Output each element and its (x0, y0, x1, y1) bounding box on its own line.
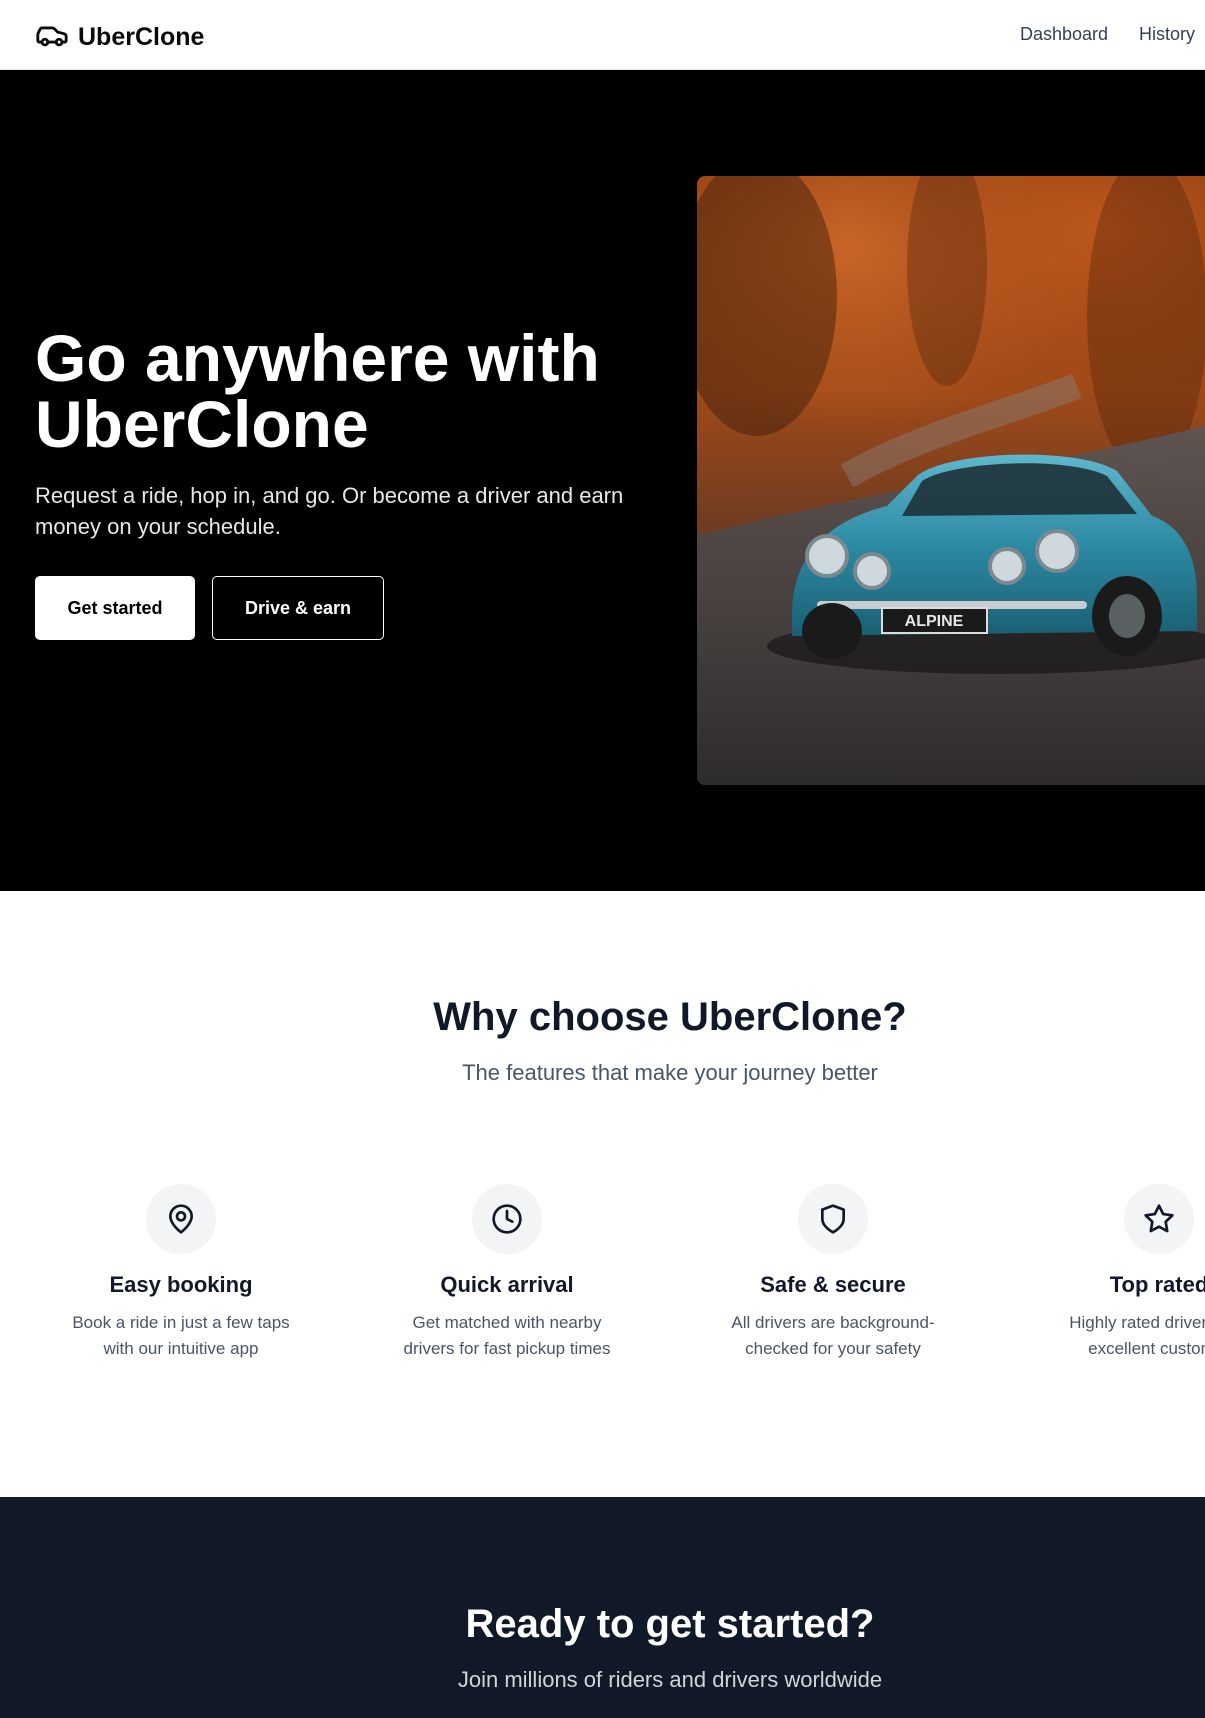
feature-title: Quick arrival (440, 1272, 574, 1297)
nav-link-history[interactable]: History (1139, 24, 1195, 45)
feature-description: Book a ride in just a few taps with our … (72, 1313, 290, 1358)
feature-description: All drivers are background-checked for y… (731, 1313, 935, 1358)
cta-section: Ready to get started? Join millions of r… (0, 1497, 1205, 1718)
navbar: UberClone Dashboard History (0, 0, 1205, 70)
clock-icon (472, 1184, 542, 1254)
feature-quick-arrival: Quick arrival Get matched with nearby dr… (377, 1184, 637, 1362)
feature-description: Get matched with nearby drivers for fast… (403, 1313, 611, 1358)
hero-subtitle: Request a ride, hop in, and go. Or becom… (35, 483, 624, 539)
cta-subtitle: Join millions of riders and drivers worl… (457, 1667, 883, 1692)
feature-title: Safe & secure (760, 1272, 906, 1297)
feature-description: Highly rated drivers and excellent custo… (1069, 1313, 1205, 1358)
map-pin-icon (146, 1184, 216, 1254)
feature-title: Top rated (1109, 1272, 1205, 1297)
drive-earn-button[interactable]: Drive & earn (212, 576, 384, 640)
feature-top-rated: Top rated Highly rated drivers and excel… (1029, 1184, 1205, 1362)
shield-icon (798, 1184, 868, 1254)
car-icon (35, 18, 69, 57)
brand-name: UberClone (78, 23, 205, 51)
feature-title: Easy booking (109, 1272, 253, 1297)
features-subtitle: The features that make your journey bett… (462, 1060, 878, 1085)
hero-section: Go anywhere with UberClone Request a rid… (0, 70, 1205, 891)
nav-link-dashboard[interactable]: Dashboard (1020, 24, 1108, 45)
feature-safe-secure: Safe & secure All drivers are background… (703, 1184, 963, 1362)
get-started-button[interactable]: Get started (35, 576, 195, 640)
features-section: Why choose UberClone? The features that … (0, 891, 1205, 1497)
car-plate-text: ALPINE (905, 613, 964, 630)
hero-title: Go anywhere with UberClone (35, 321, 600, 461)
features-title: Why choose UberClone? (433, 995, 907, 1039)
brand-logo[interactable]: UberClone (35, 18, 204, 57)
cta-title: Ready to get started? (465, 1602, 875, 1646)
star-icon (1124, 1184, 1194, 1254)
feature-easy-booking: Easy booking Book a ride in just a few t… (51, 1184, 311, 1362)
hero-car-image: ALPINE (697, 176, 1205, 785)
